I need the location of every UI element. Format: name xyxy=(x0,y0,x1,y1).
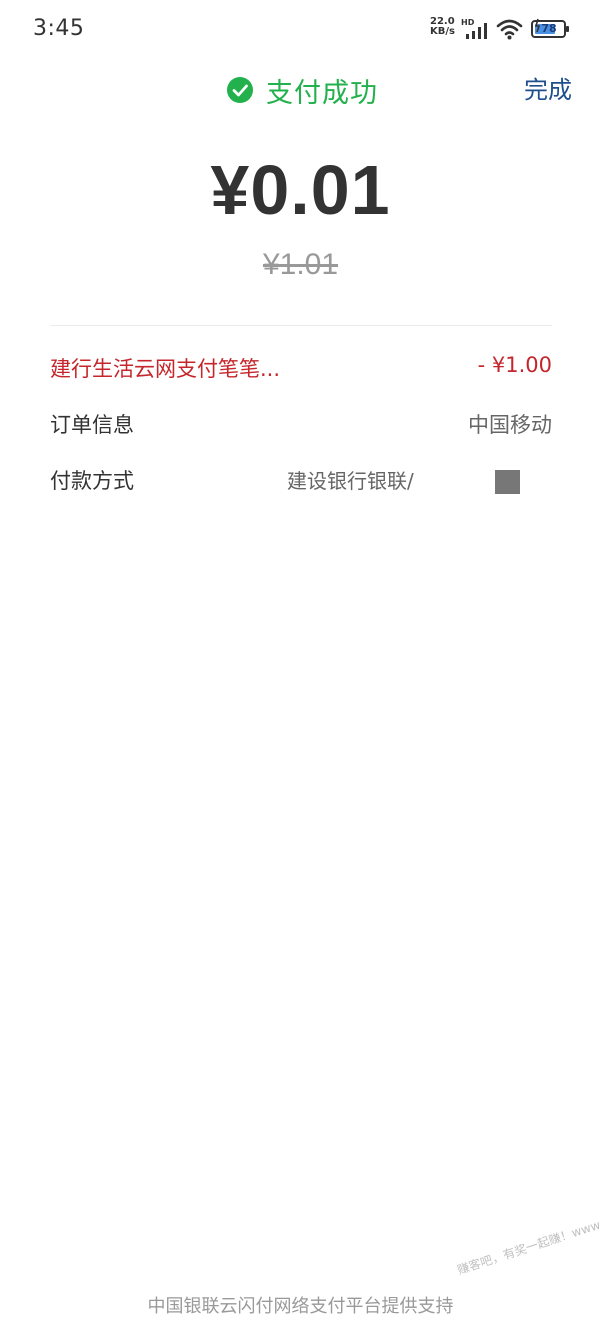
paid-amount: ¥0.01 xyxy=(210,151,391,229)
discount-value: - ¥1.00 xyxy=(477,353,552,377)
status-time: 3:45 xyxy=(33,16,85,41)
card-number-mask xyxy=(495,470,520,494)
discount-row: 建行生活云网支付笔笔... - ¥1.00 xyxy=(50,353,552,385)
divider xyxy=(50,325,552,326)
status-bar: 3:45 22.0 KB/s HD 78 xyxy=(0,0,601,60)
discount-label: 建行生活云网支付笔笔... xyxy=(50,357,281,381)
success-check-icon xyxy=(227,77,253,103)
order-info-label: 订单信息 xyxy=(50,413,134,437)
original-amount: ¥1.01 xyxy=(262,248,339,281)
order-info-row: 订单信息 中国移动 xyxy=(50,409,552,441)
network-speed-unit: KB/s xyxy=(430,26,455,37)
network-speed: 22.0 KB/s xyxy=(430,17,464,37)
battery-level: 78 xyxy=(541,22,557,35)
watermark-text: 赚客吧，有奖一起赚！www.zuanke8.com xyxy=(455,1192,601,1278)
footer-provider-text: 中国银联云闪付网络支付平台提供支持 xyxy=(147,1296,454,1317)
wifi-icon xyxy=(496,19,523,40)
done-button[interactable]: 完成 xyxy=(524,70,572,104)
order-info-value: 中国移动 xyxy=(468,413,552,437)
payment-method-row: 付款方式 建设银行银联/ xyxy=(50,465,552,497)
header-title-group: 支付成功 xyxy=(226,70,378,110)
payment-method-label: 付款方式 xyxy=(50,469,134,493)
signal-icon xyxy=(466,23,487,39)
page-title: 支付成功 xyxy=(266,77,378,109)
payment-method-value: 建设银行银联/ xyxy=(287,469,414,493)
